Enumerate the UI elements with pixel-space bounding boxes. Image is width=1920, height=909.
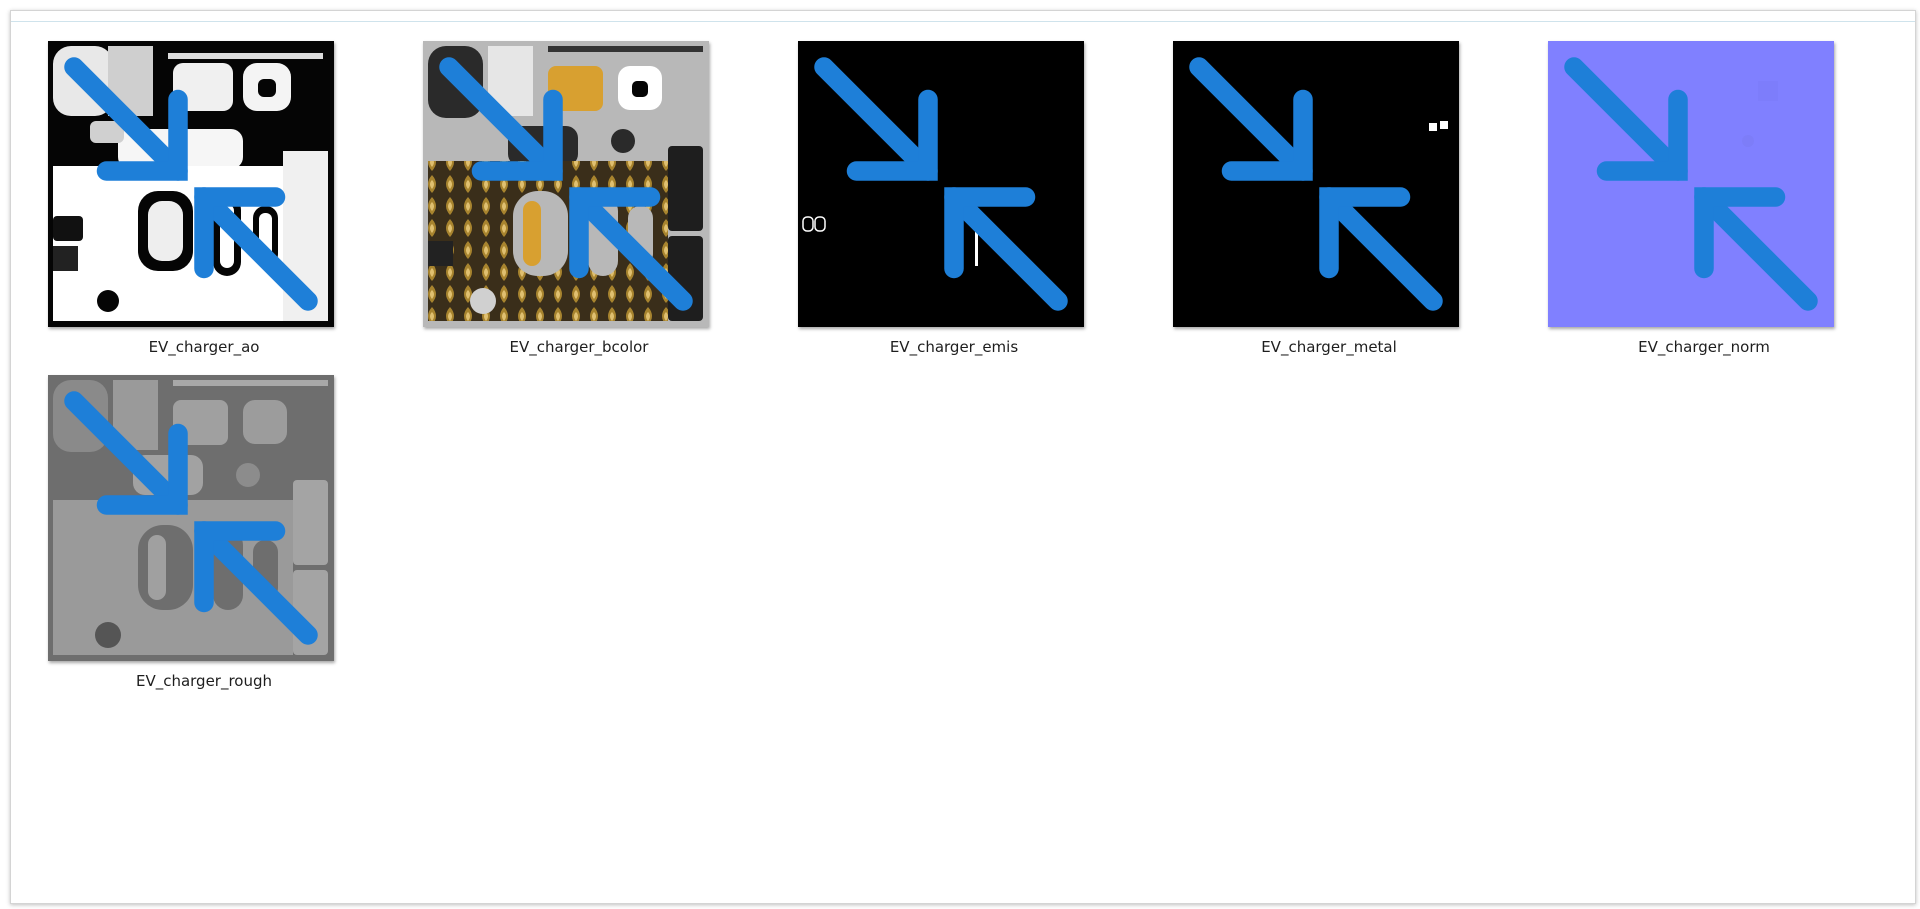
thumbnail-emis[interactable] [798, 41, 1084, 327]
file-name-label: EV_charger_bcolor [509, 338, 649, 356]
file-explorer-window: EV_charger_ao EV_charger_bcolor EV_charg… [10, 10, 1916, 904]
compress-arrows-icon [814, 57, 1068, 311]
thumbnail-ao[interactable] [48, 41, 334, 327]
compress-arrows-icon [1564, 57, 1818, 311]
thumbnail-grid: EV_charger_ao EV_charger_bcolor EV_charg… [11, 11, 1915, 903]
thumbnail-bcolor[interactable] [423, 41, 709, 327]
compress-arrows-icon [64, 391, 318, 645]
file-name-label: EV_charger_rough [135, 672, 273, 690]
file-name-label: EV_charger_metal [1261, 338, 1397, 356]
file-tile-metal[interactable]: EV_charger_metal [1136, 11, 1459, 356]
thumbnail-metal[interactable] [1173, 41, 1459, 327]
thumbnail-norm[interactable] [1548, 41, 1834, 327]
file-tile-emis[interactable]: EV_charger_emis [761, 11, 1084, 356]
compress-arrows-icon [439, 57, 693, 311]
file-tile-bcolor[interactable]: EV_charger_bcolor [386, 11, 709, 356]
file-tile-rough[interactable]: EV_charger_rough [11, 345, 334, 690]
file-tile-ao[interactable]: EV_charger_ao [11, 11, 334, 356]
file-name-label: EV_charger_norm [1638, 338, 1770, 356]
compress-arrows-icon [1189, 57, 1443, 311]
file-name-label: EV_charger_emis [889, 338, 1019, 356]
file-tile-norm[interactable]: EV_charger_norm [1511, 11, 1834, 356]
thumbnail-rough[interactable] [48, 375, 334, 661]
compress-arrows-icon [64, 57, 318, 311]
